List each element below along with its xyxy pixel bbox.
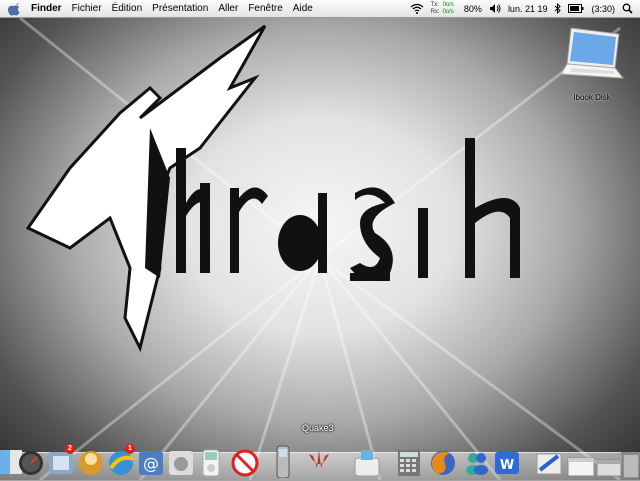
tx-value: 0o/s xyxy=(442,2,454,8)
volume-icon[interactable] xyxy=(489,3,501,16)
dock-item-phone[interactable] xyxy=(268,444,298,478)
menu-aide[interactable]: Aide xyxy=(293,0,313,18)
word-icon: W xyxy=(495,452,519,474)
dashboard-icon xyxy=(19,451,43,475)
dock-item-firefox[interactable] xyxy=(428,444,458,478)
menu-app-finder[interactable]: Finder xyxy=(31,0,62,18)
address-at-icon: @ xyxy=(139,451,163,475)
ipod-icon xyxy=(202,449,220,477)
menu-bar: Finder Fichier Édition Présentation Alle… xyxy=(0,0,640,18)
menu-extras: Tx: Rx: 0o/s 0o/s 80% lun. 21 19 (3:30) xyxy=(410,0,640,18)
rx-value: 0o/s xyxy=(442,9,454,15)
toaster-icon xyxy=(354,450,380,477)
airport-wifi-icon[interactable] xyxy=(410,3,424,16)
dock-item-toaster[interactable] xyxy=(352,444,382,478)
battery-time[interactable]: (3:30) xyxy=(591,4,615,14)
mail-badge: 2 xyxy=(65,444,75,454)
dock-item-msn[interactable] xyxy=(462,444,492,478)
ical-badge: 1 xyxy=(125,444,135,454)
calculator-icon xyxy=(398,450,420,476)
apple-icon xyxy=(169,451,193,475)
tx-label: Tx: xyxy=(430,2,439,8)
dock-item-apple[interactable] xyxy=(166,444,196,478)
menu-presentation[interactable]: Présentation xyxy=(152,0,208,18)
apple-menu-icon[interactable] xyxy=(7,2,21,16)
menu-aller[interactable]: Aller xyxy=(218,0,238,18)
dock-item-no-entry[interactable] xyxy=(230,444,260,478)
rx-label: Rx: xyxy=(430,9,440,15)
desktop-icon-ibook-disk[interactable]: Ibook Disk xyxy=(552,24,632,102)
dock-item-word[interactable]: W xyxy=(492,444,522,478)
dock: 2 1 @ W xyxy=(0,438,640,481)
dock-item-ical[interactable]: 1 xyxy=(106,444,136,478)
svg-text:W: W xyxy=(500,458,514,473)
desktop-icon-label: Ibook Disk xyxy=(573,93,611,102)
menu-fenetre[interactable]: Fenêtre xyxy=(248,0,282,18)
dock-item-calculator[interactable] xyxy=(394,444,424,478)
bluetooth-icon[interactable] xyxy=(554,2,562,16)
msn-icon xyxy=(466,453,488,475)
firefox-icon xyxy=(431,451,455,475)
network-monitor[interactable]: Tx: Rx: 0o/s 0o/s xyxy=(431,2,457,16)
dock-item-address-book[interactable]: @ xyxy=(136,444,166,478)
menu-edition[interactable]: Édition xyxy=(112,0,143,18)
menu-clock[interactable]: lun. 21 19 xyxy=(508,4,548,14)
battery-percent[interactable]: 80% xyxy=(464,4,482,14)
spotlight-icon[interactable] xyxy=(622,3,633,16)
dock-tooltip: Quake3 xyxy=(302,423,334,433)
dock-item-window[interactable] xyxy=(566,444,596,478)
phone-icon xyxy=(276,445,290,478)
dock-item-trash[interactable] xyxy=(620,444,640,478)
dock-item-utility[interactable] xyxy=(534,444,564,478)
quake3-icon xyxy=(309,450,329,468)
window-icon xyxy=(567,457,595,477)
aqua-orb-icon xyxy=(79,451,103,475)
svg-text:@: @ xyxy=(143,454,159,473)
dock-item-ipod[interactable] xyxy=(196,444,226,478)
dock-item-quake3[interactable] xyxy=(304,444,334,478)
menu-fichier[interactable]: Fichier xyxy=(72,0,102,18)
battery-icon[interactable] xyxy=(568,3,584,15)
utility-icon xyxy=(536,453,562,475)
dock-item-dashboard[interactable] xyxy=(16,444,46,478)
dock-item-mail[interactable]: 2 xyxy=(46,444,76,478)
desktop-wallpaper xyxy=(0,18,640,480)
dock-item-aqua-orb[interactable] xyxy=(76,444,106,478)
no-entry-icon xyxy=(231,449,259,477)
trash-icon xyxy=(621,452,640,478)
laptop-icon xyxy=(560,27,625,79)
